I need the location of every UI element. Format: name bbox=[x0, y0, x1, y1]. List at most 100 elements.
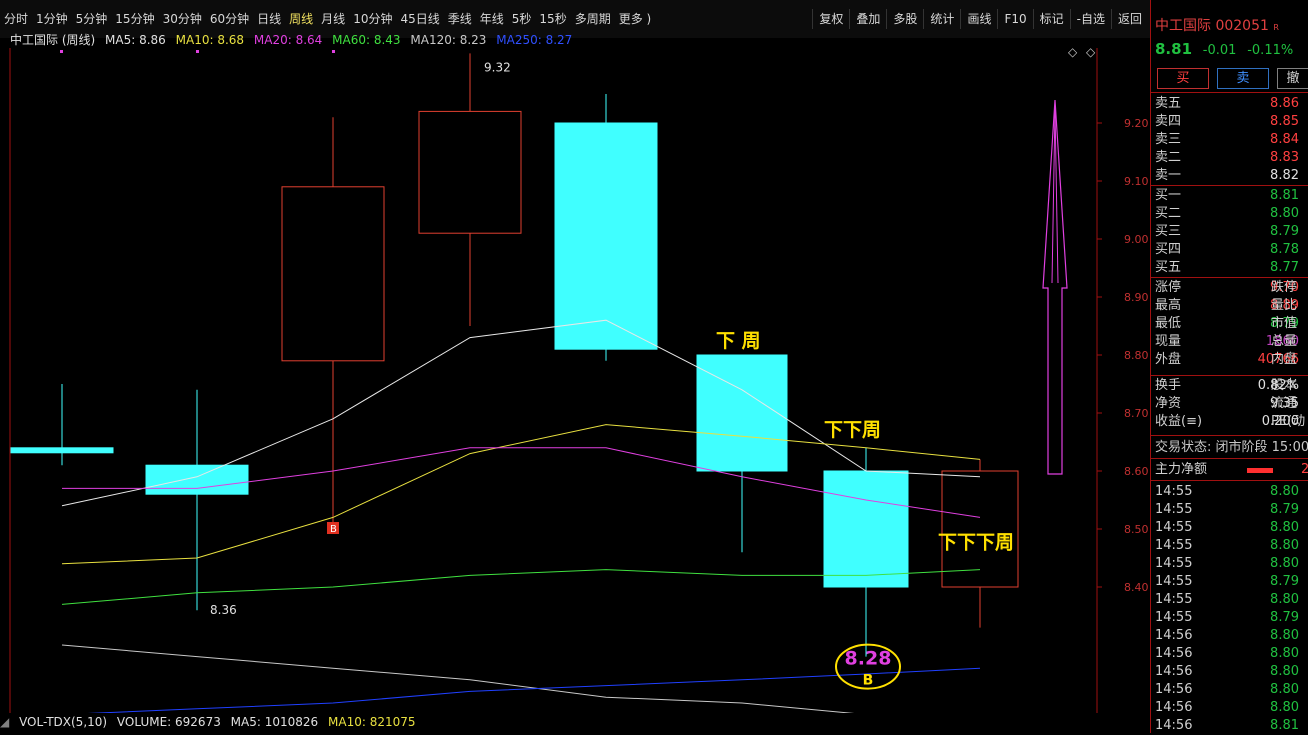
tab-3[interactable]: 15分钟 bbox=[111, 11, 158, 28]
stat2-row-1: 净资 9.35 流通 bbox=[1155, 395, 1305, 413]
toolbar-button-4[interactable]: 画线 bbox=[960, 9, 997, 29]
tick-row-8: 14:56 8.80 bbox=[1155, 627, 1305, 645]
r-badge-icon: R bbox=[1273, 23, 1279, 32]
stat-row-0: 涨停 9.70 跌停 bbox=[1155, 279, 1305, 297]
tab-11[interactable]: 季线 bbox=[444, 11, 476, 28]
kline-chart[interactable]: 9.20 9.10 9.00 8.90 8.80 8.70 8.60 8.50 8.40 9.32… bbox=[0, 48, 1150, 713]
tab-12[interactable]: 年线 bbox=[476, 11, 508, 28]
legend-dot-1 bbox=[196, 50, 199, 53]
bid-row-2: 买三 8.79 bbox=[1155, 223, 1305, 241]
tick-row-3-label: 14:55 bbox=[1155, 538, 1193, 553]
tick-row-1-value: 8.79 bbox=[1270, 502, 1299, 517]
y-tick-label-5: 8.70 bbox=[1124, 407, 1149, 420]
candle-body-5 bbox=[696, 354, 788, 472]
tab-8[interactable]: 月线 bbox=[317, 11, 349, 28]
stat2-row-0-label: 换手 bbox=[1155, 378, 1182, 393]
bid-row-0-label: 买一 bbox=[1155, 188, 1182, 203]
tab-9[interactable]: 10分钟 bbox=[349, 11, 396, 28]
tab-2[interactable]: 5分钟 bbox=[72, 11, 112, 28]
toolbar-button-5[interactable]: F10 bbox=[997, 9, 1032, 29]
tick-row-3: 14:55 8.80 bbox=[1155, 537, 1305, 555]
toolbar-button-2[interactable]: 多股 bbox=[886, 9, 923, 29]
ask-row-0-value: 8.86 bbox=[1270, 96, 1299, 111]
bid-row-0: 买一 8.81 bbox=[1155, 187, 1305, 205]
tab-10[interactable]: 45日线 bbox=[396, 11, 443, 28]
bid-row-3-value: 8.78 bbox=[1270, 242, 1299, 257]
y-tick-label-2: 9.00 bbox=[1124, 233, 1149, 246]
tick-row-9-label: 14:56 bbox=[1155, 646, 1193, 661]
toolbar-button-0[interactable]: 复权 bbox=[812, 9, 849, 29]
chart-title: 中工国际 (周线) bbox=[10, 33, 96, 47]
period-tabs: 分时 1分钟 5分钟 15分钟 30分钟 60分钟 日线 周线 月线 10分钟 45日线 季线 年线 5秒… bbox=[0, 11, 655, 28]
main-flow-value: 20 bbox=[1301, 462, 1308, 477]
ask-row-2: 卖三 8.84 bbox=[1155, 131, 1305, 149]
tab-15[interactable]: 多周期 bbox=[571, 11, 615, 28]
annotation-week-after: 下下周 bbox=[824, 419, 881, 441]
toolbar-button-6[interactable]: 标记 bbox=[1032, 9, 1070, 29]
buy-button[interactable]: 买 bbox=[1157, 68, 1209, 89]
drawn-up-arrow-icon bbox=[1042, 99, 1068, 475]
tick-row-8-label: 14:56 bbox=[1155, 628, 1193, 643]
ask-row-4-label: 卖一 bbox=[1155, 168, 1182, 183]
price-pct: -0.11% bbox=[1247, 43, 1294, 58]
bid-row-4: 买五 8.77 bbox=[1155, 259, 1305, 277]
stat-row-1-label: 最高 bbox=[1155, 298, 1182, 313]
tab-4[interactable]: 30分钟 bbox=[159, 11, 206, 28]
toolbar-button-1[interactable]: 叠加 bbox=[849, 9, 886, 29]
bid-row-4-label: 买五 bbox=[1155, 260, 1182, 275]
tick-row-0: 14:55 8.80 bbox=[1155, 483, 1305, 501]
tick-row-10: 14:56 8.80 bbox=[1155, 663, 1305, 681]
toolbar-button-3[interactable]: 统计 bbox=[923, 9, 960, 29]
tick-row-8-value: 8.80 bbox=[1270, 628, 1299, 643]
tick-row-0-label: 14:55 bbox=[1155, 484, 1193, 499]
bid-row-3: 买四 8.78 bbox=[1155, 241, 1305, 259]
ask-row-2-value: 8.84 bbox=[1270, 132, 1299, 147]
bid-row-1: 买二 8.80 bbox=[1155, 205, 1305, 223]
volume-legend: ◢ VOL-TDX(5,10) VOLUME: 692673 MA5: 1010… bbox=[0, 715, 1150, 733]
ask-row-3: 卖二 8.83 bbox=[1155, 149, 1305, 167]
stock-name: 中工国际 bbox=[1155, 18, 1211, 34]
candle-body-4 bbox=[554, 122, 658, 350]
candle-body-6 bbox=[823, 470, 909, 588]
sell-button[interactable]: 卖 bbox=[1217, 68, 1269, 89]
tick-row-4: 14:55 8.80 bbox=[1155, 555, 1305, 573]
sep-4 bbox=[1151, 375, 1308, 376]
stat-row-3-label2: 总量 bbox=[1271, 334, 1298, 349]
bid-row-3-label: 买四 bbox=[1155, 242, 1182, 257]
stat-row-3: 现量 1860 总量 bbox=[1155, 333, 1305, 351]
tab-6[interactable]: 日线 bbox=[253, 11, 285, 28]
legend-dot-0 bbox=[60, 50, 63, 53]
ma20-label: MA20: 8.64 bbox=[253, 33, 323, 47]
tick-row-5-value: 8.79 bbox=[1270, 574, 1299, 589]
ask-row-1-value: 8.85 bbox=[1270, 114, 1299, 129]
toolbar-button-7[interactable]: -自选 bbox=[1069, 9, 1111, 29]
tab-14[interactable]: 15秒 bbox=[535, 11, 570, 28]
y-tick-label-6: 8.60 bbox=[1124, 465, 1149, 478]
tab-5[interactable]: 60分钟 bbox=[206, 11, 253, 28]
toolbar-button-8[interactable]: 返回 bbox=[1110, 9, 1148, 29]
volume-arrow-icon: ◢ bbox=[0, 715, 10, 729]
tab-1[interactable]: 1分钟 bbox=[32, 11, 72, 28]
sep-5 bbox=[1151, 435, 1308, 436]
y-tick-label-0: 9.20 bbox=[1124, 117, 1149, 130]
stat2-row-0: 换手 0.82% 股本 bbox=[1155, 377, 1305, 395]
ask-row-1-label: 卖四 bbox=[1155, 114, 1182, 129]
cancel-button[interactable]: 撤 bbox=[1277, 68, 1308, 89]
ask-row-0: 卖五 8.86 bbox=[1155, 95, 1305, 113]
tab-16[interactable]: 更多 ) bbox=[615, 11, 656, 28]
ask-row-1: 卖四 8.85 bbox=[1155, 113, 1305, 131]
tab-13[interactable]: 5秒 bbox=[508, 11, 536, 28]
tick-row-12-value: 8.80 bbox=[1270, 700, 1299, 715]
stat-row-2: 最低 8.79 市值 bbox=[1155, 315, 1305, 333]
ask-row-4: 卖一 8.82 bbox=[1155, 167, 1305, 185]
line-ma250_blue bbox=[87, 667, 981, 713]
tab-7[interactable]: 周线 bbox=[285, 11, 317, 28]
tab-0[interactable]: 分时 bbox=[0, 11, 32, 28]
tick-row-2: 14:55 8.80 bbox=[1155, 519, 1305, 537]
stat2-row-2-label: 收益(≡) bbox=[1155, 414, 1203, 429]
tick-row-12-label: 14:56 bbox=[1155, 700, 1193, 715]
tick-row-1-label: 14:55 bbox=[1155, 502, 1193, 517]
trade-status: 交易状态: 闭市阶段 15:00 bbox=[1155, 440, 1308, 455]
stat2-row-1-label2: 流通 bbox=[1271, 396, 1298, 411]
last-price: 8.81 bbox=[1155, 40, 1193, 58]
